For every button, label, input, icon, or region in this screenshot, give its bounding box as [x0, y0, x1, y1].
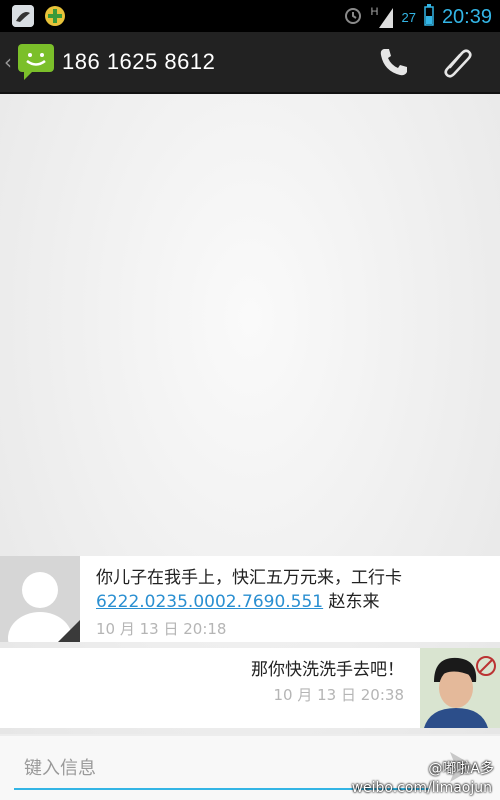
app-notification-icon — [44, 5, 66, 27]
watermark-handle: @嘟啦A多 — [428, 761, 494, 777]
battery-level: 27 — [401, 9, 416, 25]
network-type-label: H — [370, 6, 379, 18]
phone-call-icon[interactable] — [372, 42, 416, 82]
action-bar: ‹ 186 1625 8612 — [0, 32, 500, 94]
user-avatar[interactable] — [420, 648, 500, 728]
outgoing-message[interactable]: 那你快洗洗手去吧！ 10 月 13 日 20:38 — [0, 648, 500, 728]
message-text: 那你快洗洗手去吧！ — [251, 660, 404, 680]
weather-icon — [12, 5, 34, 27]
message-body: 你儿子在我手上，快汇五万元来，工行卡 — [96, 568, 402, 588]
message-timestamp: 10 月 13 日 20:18 — [96, 620, 227, 638]
back-chevron-icon[interactable]: ‹ — [4, 50, 12, 74]
bank-card-number-link[interactable]: 6222.0235.0002.7690.551 — [96, 592, 323, 612]
battery-icon — [424, 4, 434, 30]
messaging-app-icon[interactable] — [16, 42, 56, 86]
message-timestamp: 10 月 13 日 20:38 — [273, 686, 404, 704]
alarm-icon — [343, 5, 363, 29]
clock: 20:39 — [441, 5, 492, 28]
default-contact-avatar[interactable] — [0, 556, 80, 642]
contact-phone-number: 186 1625 8612 — [62, 49, 216, 74]
message-text: 你儿子在我手上，快汇五万元来，工行卡 6222.0235.0002.7690.55… — [96, 566, 486, 614]
signal-icon: H — [371, 6, 394, 28]
sender-signature: 赵东来 — [323, 592, 380, 612]
bubble-tail — [80, 566, 88, 582]
incoming-message[interactable]: 你儿子在我手上，快汇五万元来，工行卡 6222.0235.0002.7690.55… — [0, 556, 500, 642]
status-bar: H 27 20:39 — [0, 0, 500, 32]
watermark-url: weibo.com/limaojun — [351, 780, 492, 796]
attach-paperclip-icon[interactable] — [436, 42, 480, 82]
